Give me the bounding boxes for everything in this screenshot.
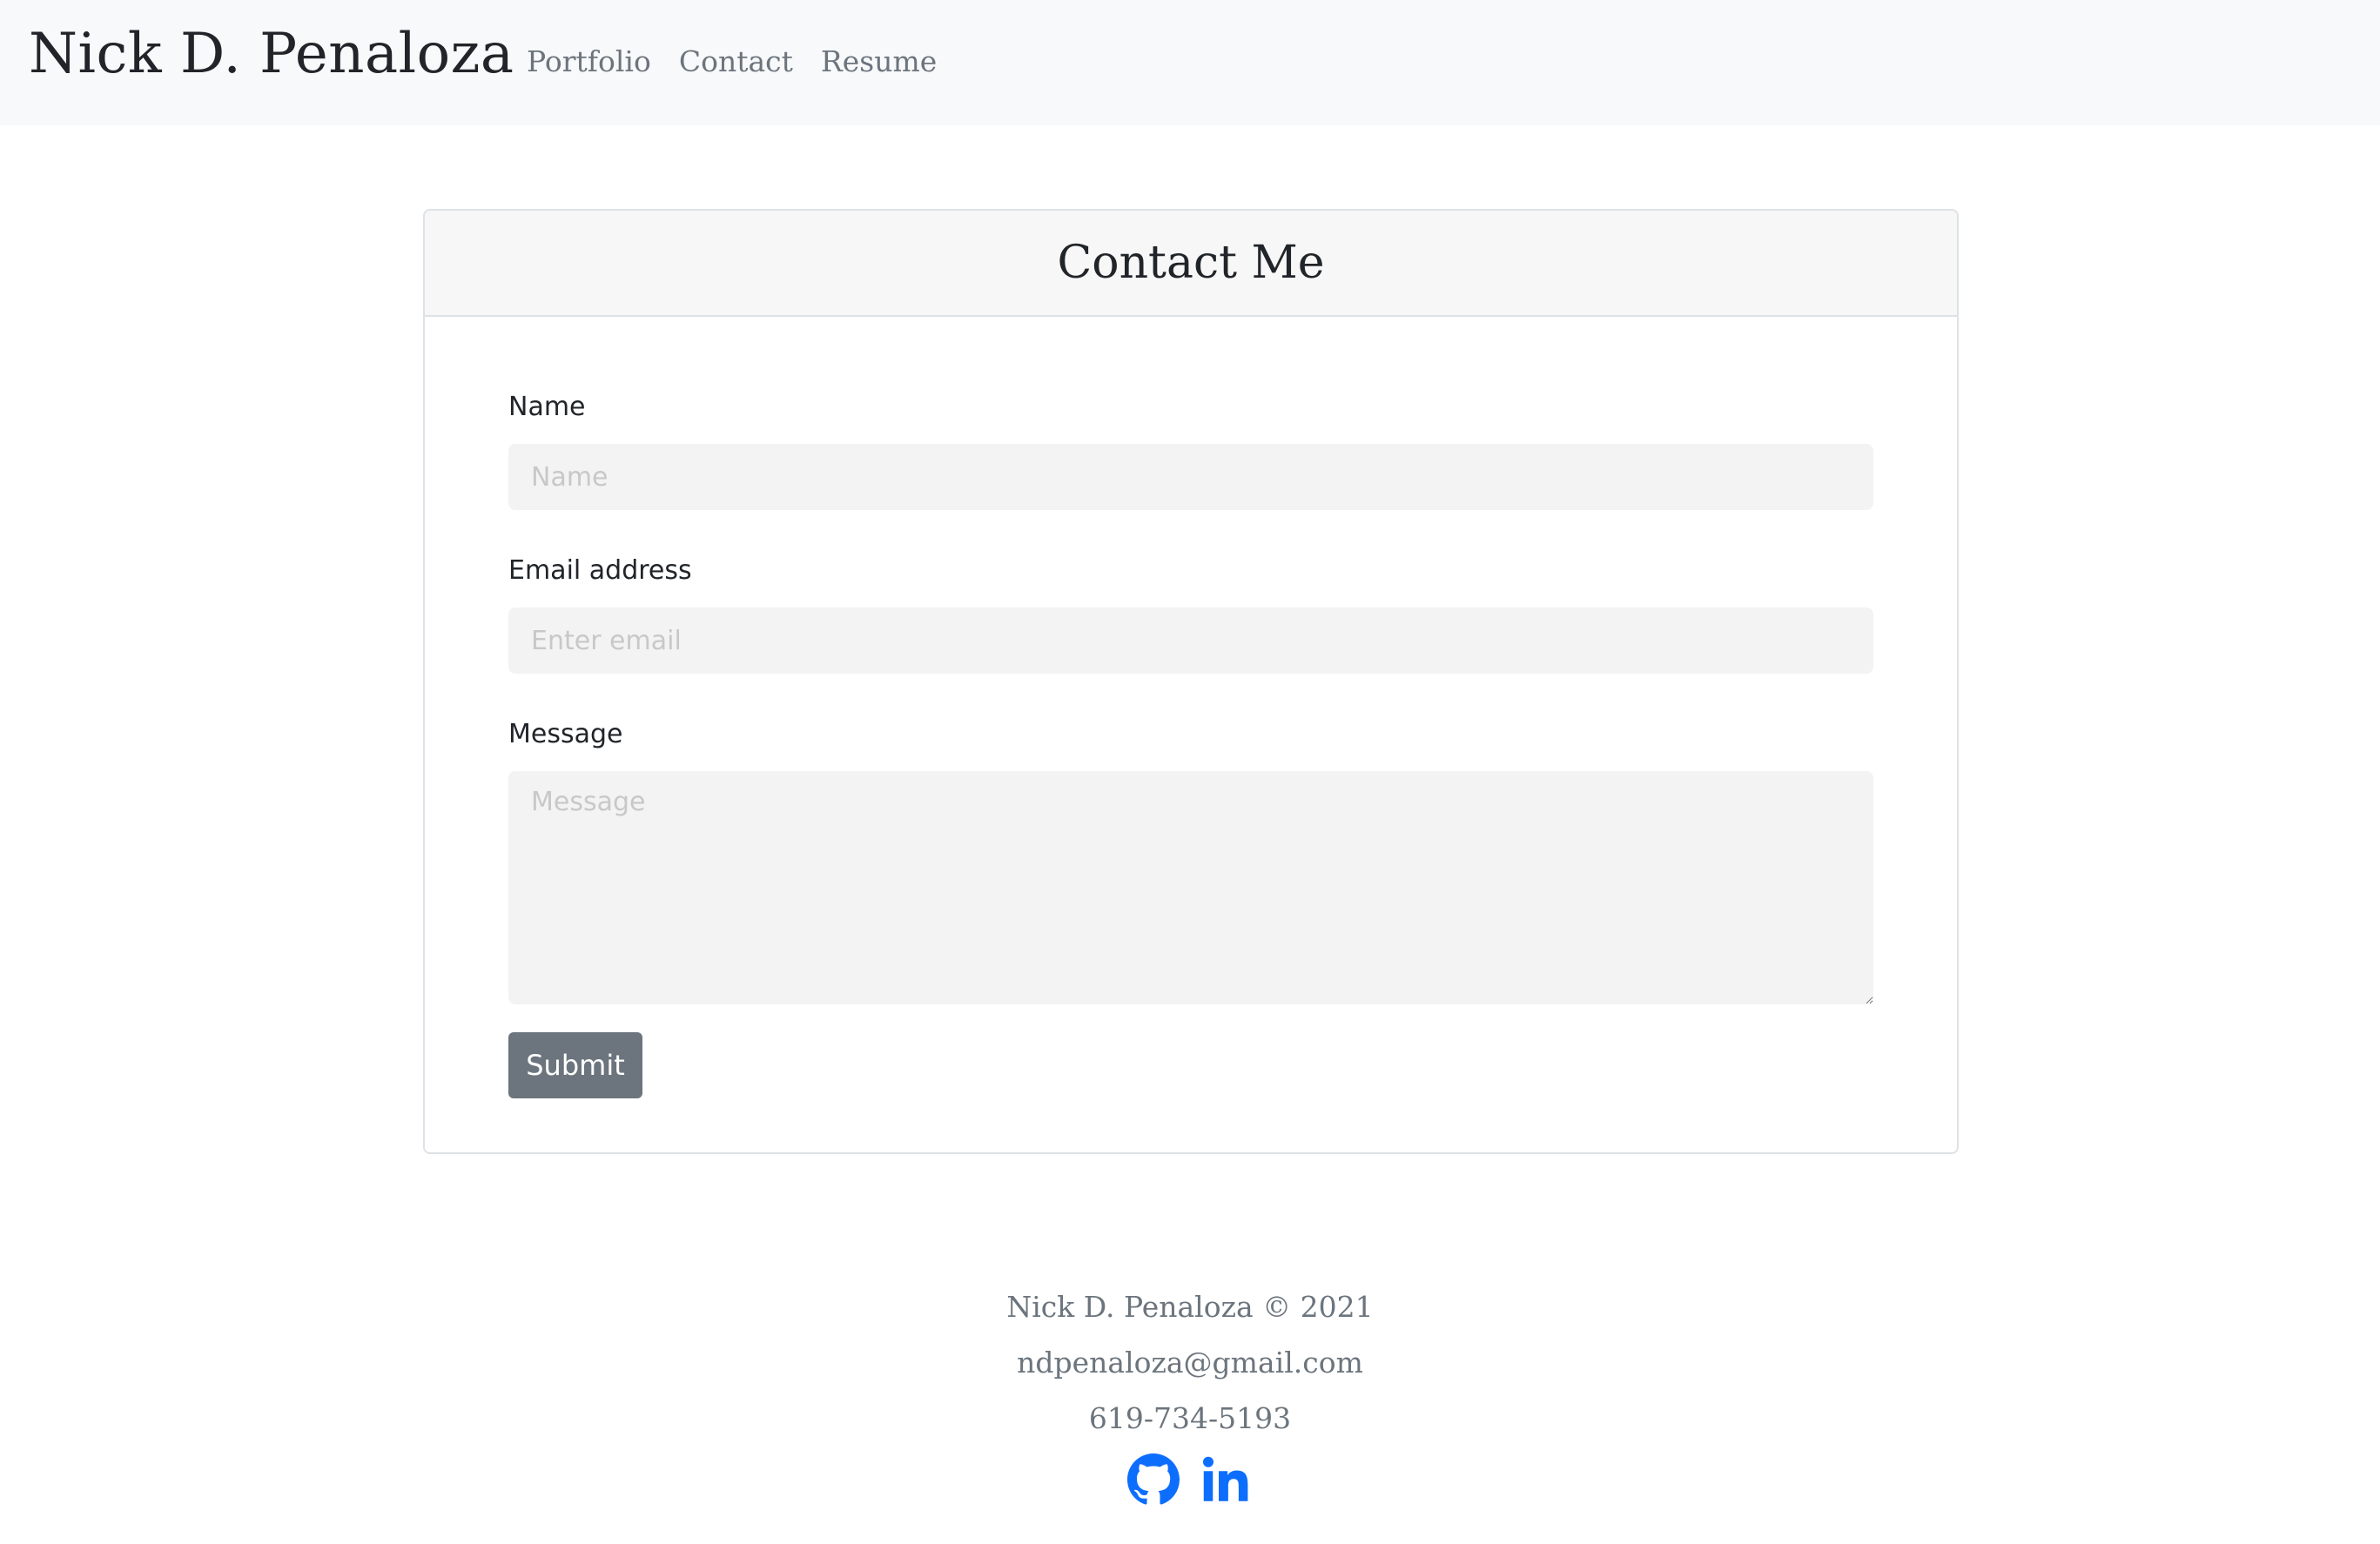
name-label: Name <box>508 392 586 422</box>
message-label: Message <box>508 719 623 749</box>
page-title: Contact Me <box>1057 237 1325 289</box>
submit-button[interactable]: Submit <box>508 1032 642 1098</box>
contact-card: Contact Me Name Email address Message Su… <box>423 209 1959 1154</box>
footer: Nick D. Penaloza © 2021 ndpenaloza@gmail… <box>0 1279 2380 1506</box>
email-label: Email address <box>508 555 692 586</box>
footer-email: ndpenaloza@gmail.com <box>1017 1346 1363 1380</box>
footer-copyright: Nick D. Penaloza © 2021 <box>1006 1290 1374 1324</box>
linkedin-icon[interactable] <box>1200 1453 1253 1506</box>
contact-form: Name Email address Message Submit <box>508 388 1873 1098</box>
nav-link-resume[interactable]: Resume <box>821 40 937 84</box>
card-header: Contact Me <box>425 211 1957 317</box>
nav-link-portfolio[interactable]: Portfolio <box>527 40 651 84</box>
email-input[interactable] <box>508 608 1873 674</box>
message-textarea[interactable] <box>508 771 1873 1004</box>
name-input[interactable] <box>508 444 1873 510</box>
nav-links: Portfolio Contact Resume <box>527 40 965 84</box>
site-brand[interactable]: Nick D. Penaloza <box>29 19 514 89</box>
social-links <box>0 1453 2380 1506</box>
footer-phone: 619-734-5193 <box>1088 1401 1292 1435</box>
github-icon[interactable] <box>1127 1453 1180 1506</box>
navbar: Nick D. Penaloza Portfolio Contact Resum… <box>0 0 2380 125</box>
nav-link-contact[interactable]: Contact <box>679 40 793 84</box>
